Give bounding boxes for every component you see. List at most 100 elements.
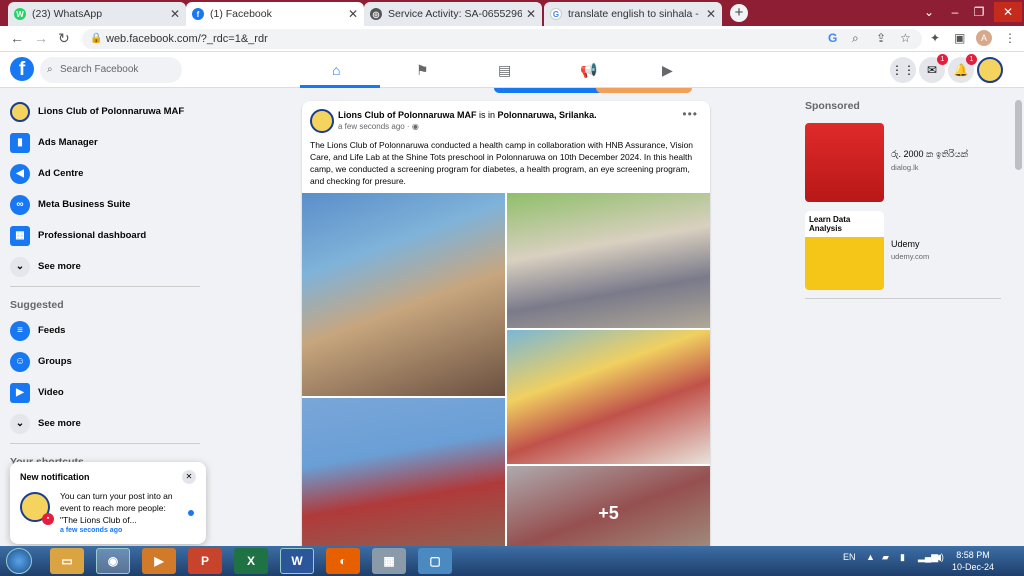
sponsored-section: Sponsored රු. 2000 ක ඉතිරියක් dialog.lk … [805, 100, 1005, 299]
post-photo[interactable] [507, 330, 710, 464]
grid-icon: ⋮⋮ [891, 63, 915, 77]
ad-udemy[interactable]: Learn Data Analysis Udemy udemy.com [805, 211, 929, 290]
tab-search-icon[interactable]: ⌄ [918, 2, 940, 22]
close-tab-icon[interactable]: ✕ [706, 7, 716, 21]
powerpoint-icon[interactable]: P [188, 548, 222, 574]
notifications-button[interactable]: 🔔 1 [948, 54, 977, 83]
facebook-logo-icon[interactable]: f [10, 57, 34, 81]
divider [10, 286, 200, 287]
ad-centre-megaphone-icon[interactable]: 📢 [580, 62, 597, 79]
video-play-icon[interactable]: ▶ [662, 62, 673, 79]
ads-manager-icon[interactable]: ▤ [498, 62, 511, 79]
post-photo[interactable] [302, 398, 505, 561]
file-explorer-icon[interactable]: ▭ [50, 548, 84, 574]
post-photo[interactable] [507, 193, 710, 328]
post-time[interactable]: a few seconds ago · ◉ [338, 122, 419, 131]
clock[interactable]: 8:58 PM 10-Dec-24 [952, 549, 994, 573]
globe-icon: ◉ [411, 122, 419, 131]
sidebar-icon[interactable]: ▣ [954, 31, 965, 45]
messenger-badge: 1 [937, 54, 948, 65]
post-author[interactable]: Lions Club of Polonnaruwa MAF [338, 110, 477, 120]
word-icon[interactable]: W [280, 548, 314, 574]
tab-whatsapp[interactable]: W (23) WhatsApp ✕ [8, 2, 186, 26]
tray-device-icon[interactable]: ▮ [900, 552, 905, 563]
tab-service-activity[interactable]: ◎ Service Activity: SA-06552962 ✕ [364, 2, 542, 26]
menu-grid-button[interactable]: ⋮⋮ [890, 57, 916, 83]
address-toolbar: ← → ↻ 🔒 web.facebook.com/?_rdc=1&_rdr G … [0, 26, 1024, 52]
profile-avatar-icon[interactable]: A [976, 30, 992, 46]
dashboard-icon: ▦ [10, 225, 30, 246]
sponsored-heading: Sponsored [805, 100, 860, 112]
bell-icon: 🔔 [953, 63, 969, 77]
notifications-badge: 1 [966, 54, 977, 65]
excel-icon[interactable]: X [234, 548, 268, 574]
globe-icon: ◎ [370, 8, 382, 20]
account-avatar[interactable] [977, 57, 1003, 83]
sidebar-item-meta-business-suite[interactable]: ∞ Meta Business Suite [0, 189, 210, 220]
firefox-icon[interactable]: ◐ [326, 548, 360, 574]
sidebar-item-ad-centre[interactable]: ◀ Ad Centre [0, 158, 210, 189]
reload-icon[interactable]: ↻ [58, 30, 70, 47]
start-button[interactable] [6, 548, 32, 574]
active-tab-indicator [300, 85, 380, 88]
url-bar[interactable]: 🔒 web.facebook.com/?_rdc=1&_rdr [82, 29, 922, 49]
tab-facebook[interactable]: f (1) Facebook ✕ [186, 2, 364, 26]
post-author-avatar[interactable] [310, 109, 334, 133]
facebook-header: f ⌕ Search Facebook ⌂ ⚑ ▤ 📢 ▶ ⋮⋮ ✉ 1 🔔 1 [0, 52, 1024, 88]
sidebar-item-groups[interactable]: ☺ Groups [0, 346, 210, 377]
google-icon: G [550, 8, 562, 20]
minimize-button[interactable]: – [944, 2, 966, 22]
forward-icon[interactable]: → [34, 30, 48, 46]
sidebar-item-feeds[interactable]: ≡ Feeds [0, 315, 210, 346]
search-input[interactable]: ⌕ Search Facebook [40, 57, 182, 83]
chevron-down-icon: ⌄ [10, 413, 30, 434]
close-tab-icon[interactable]: ✕ [526, 7, 536, 21]
new-tab-button[interactable]: + [730, 4, 748, 22]
volume-icon[interactable]: ◀) [934, 552, 944, 563]
sidebar-see-more[interactable]: ⌄ See more [0, 251, 210, 282]
extensions-icon[interactable]: ✦ [930, 31, 940, 45]
sidebar-item-video[interactable]: ▶ Video [0, 377, 210, 408]
feed-post: Lions Club of Polonnaruwa MAF is in Polo… [302, 101, 710, 561]
sidebar-item-ads-manager[interactable]: ▮ Ads Manager [0, 127, 210, 158]
browser-menu-icon[interactable]: ⋮ [1004, 31, 1016, 45]
post-options-icon[interactable]: ••• [682, 107, 698, 121]
ad-dialog[interactable]: රු. 2000 ක ඉතිරියක් dialog.lk [805, 123, 968, 202]
close-tab-icon[interactable]: ✕ [170, 7, 180, 21]
close-window-button[interactable]: ✕ [994, 2, 1022, 22]
tab-google-translate[interactable]: G translate english to sinhala - Goo ✕ [544, 2, 722, 26]
bookmark-star-icon[interactable]: ☆ [900, 31, 911, 45]
calendar-icon: ▪ [42, 513, 54, 525]
post-photo[interactable] [302, 193, 505, 396]
whatsapp-icon: W [14, 8, 26, 20]
close-tab-icon[interactable]: ✕ [348, 7, 358, 21]
chrome-icon[interactable]: ◉ [96, 548, 130, 574]
zoom-icon[interactable]: ⌕ [852, 31, 859, 46]
sidebar-item-professional-dashboard[interactable]: ▦ Professional dashboard [0, 220, 210, 251]
unread-dot [188, 510, 194, 516]
show-hidden-icons-icon[interactable]: ▲ [866, 552, 875, 562]
pages-flag-icon[interactable]: ⚑ [416, 62, 429, 79]
share-icon[interactable]: ⇪ [876, 31, 886, 45]
home-icon[interactable]: ⌂ [332, 62, 340, 78]
back-icon[interactable]: ← [10, 30, 24, 46]
google-lens-icon[interactable]: G [828, 31, 837, 45]
tray-app-icon[interactable]: ▰ [882, 552, 889, 563]
story-card-edge [596, 88, 692, 93]
language-indicator[interactable]: EN [843, 552, 856, 562]
new-notification-popup[interactable]: New notification ✕ ▪ You can turn your p… [10, 462, 206, 544]
post-location[interactable]: Polonnaruwa, Srilanka. [498, 110, 597, 120]
sidebar-item-page[interactable]: Lions Club of Polonnaruwa MAF [0, 96, 210, 127]
chevron-down-icon: ⌄ [10, 256, 30, 277]
restore-button[interactable]: ❐ [968, 2, 990, 22]
video-icon: ▶ [10, 382, 30, 403]
messenger-button[interactable]: ✉ 1 [919, 54, 948, 83]
divider [805, 298, 1001, 299]
sidebar-see-more-suggested[interactable]: ⌄ See more [0, 408, 210, 439]
calculator-icon[interactable]: ▦ [372, 548, 406, 574]
media-player-icon[interactable]: ▶ [142, 548, 176, 574]
scrollbar-thumb[interactable] [1015, 100, 1022, 170]
close-notification-icon[interactable]: ✕ [182, 470, 196, 484]
feeds-icon: ≡ [10, 320, 30, 341]
window-app-icon[interactable]: ▢ [418, 548, 452, 574]
